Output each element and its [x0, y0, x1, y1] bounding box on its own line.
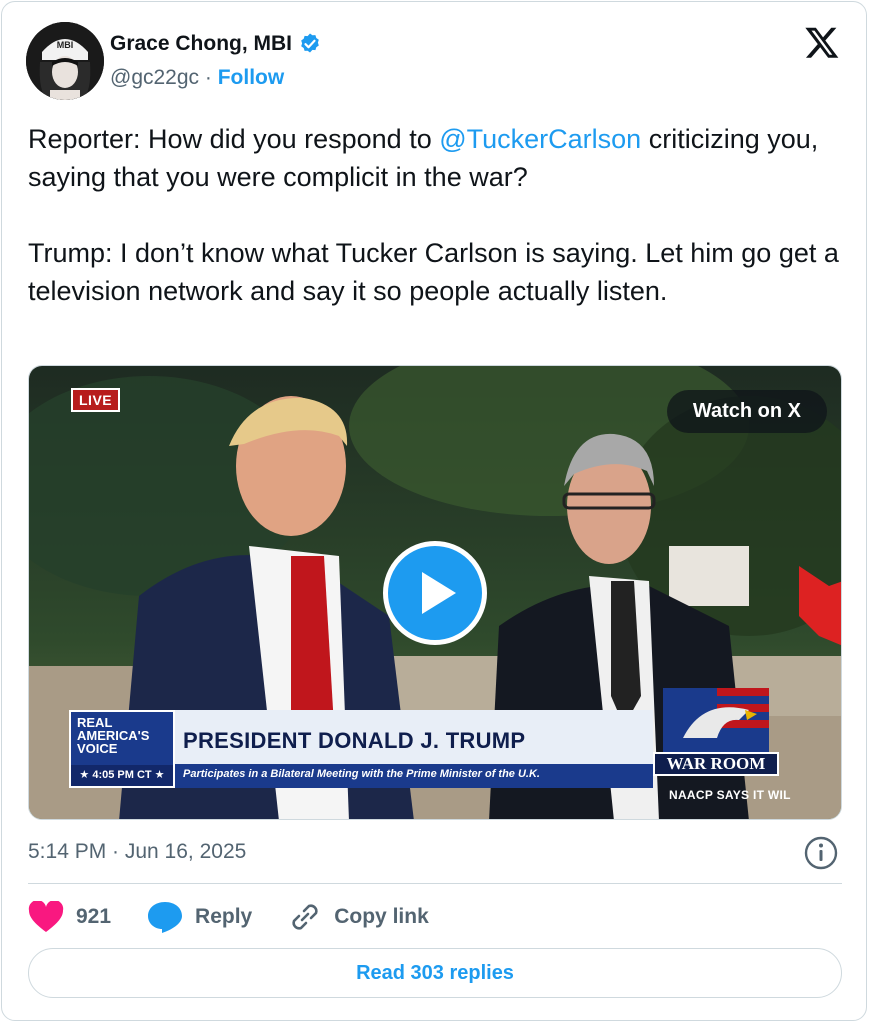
lower-third-subheadline: Participates in a Bilateral Meeting with…	[183, 768, 540, 780]
eagle-flag-icon	[663, 688, 769, 752]
tweet-card: MBI Grace Chong, MBI @gc22gc · Follow Re…	[1, 1, 867, 1021]
author-name[interactable]: Grace Chong, MBI	[110, 32, 292, 56]
tweet-paragraph-2: Trump: I don’t know what Tucker Carlson …	[28, 238, 839, 306]
link-icon	[292, 904, 318, 930]
live-badge: LIVE	[71, 388, 121, 412]
war-room-text: WAR ROOM	[653, 752, 779, 776]
action-bar: 921 Reply Copy link	[28, 897, 465, 937]
like-button[interactable]: 921	[28, 901, 111, 933]
author-name-row[interactable]: Grace Chong, MBI	[110, 32, 322, 56]
mention-link[interactable]: @TuckerCarlson	[439, 124, 641, 154]
author-handle[interactable]: @gc22gc	[110, 66, 199, 89]
network-line: VOICE	[77, 741, 118, 756]
avatar[interactable]: MBI	[26, 22, 104, 100]
verified-badge-icon	[301, 33, 319, 53]
handle-row: @gc22gc · Follow	[110, 66, 284, 90]
reply-label: Reply	[195, 905, 253, 928]
tweet-text: Reporter: How did you respond to @Tucker…	[28, 120, 854, 310]
war-room-logo: WAR ROOM	[653, 688, 803, 788]
heart-icon	[28, 901, 64, 932]
follow-button[interactable]: Follow	[218, 66, 285, 89]
tweet-text-segment: Reporter: How did you respond to	[28, 124, 440, 154]
like-count: 921	[76, 905, 112, 928]
handle-separator: ·	[204, 66, 212, 89]
network-logo: REAL AMERICA'S VOICE ★ 4:05 PM CT ★	[69, 710, 175, 788]
read-replies-button[interactable]: Read 303 replies	[28, 948, 842, 998]
reply-bubble-icon	[148, 902, 183, 933]
copy-link-label: Copy link	[334, 905, 429, 928]
video-player[interactable]: LIVE Watch on X REAL AMERICA'S VOICE ★ 4…	[28, 365, 842, 820]
network-name: REAL AMERICA'S VOICE	[77, 716, 149, 755]
watch-on-x-button[interactable]: Watch on X	[666, 390, 827, 433]
tweet-paragraph-1: Reporter: How did you respond to @Tucker…	[28, 120, 854, 196]
reply-button[interactable]: Reply	[147, 900, 252, 934]
x-logo-icon[interactable]	[804, 24, 840, 60]
lower-third-headline: PRESIDENT DONALD J. TRUMP	[183, 728, 526, 753]
tweet-timestamp[interactable]: 5:14 PM · Jun 16, 2025	[28, 840, 246, 864]
play-button[interactable]	[383, 541, 487, 645]
avatar-cap-text: MBI	[57, 40, 74, 50]
broadcast-time: ★ 4:05 PM CT ★	[71, 765, 173, 786]
copy-link-button[interactable]: Copy link	[288, 900, 429, 934]
play-icon	[422, 572, 456, 614]
lower-third: PRESIDENT DONALD J. TRUMP Participates i…	[175, 710, 653, 788]
news-ticker: NAACP SAYS IT WIL	[669, 788, 791, 802]
lower-third-subbar: Participates in a Bilateral Meeting with…	[175, 764, 653, 788]
divider	[28, 883, 842, 884]
info-icon[interactable]	[804, 836, 838, 870]
